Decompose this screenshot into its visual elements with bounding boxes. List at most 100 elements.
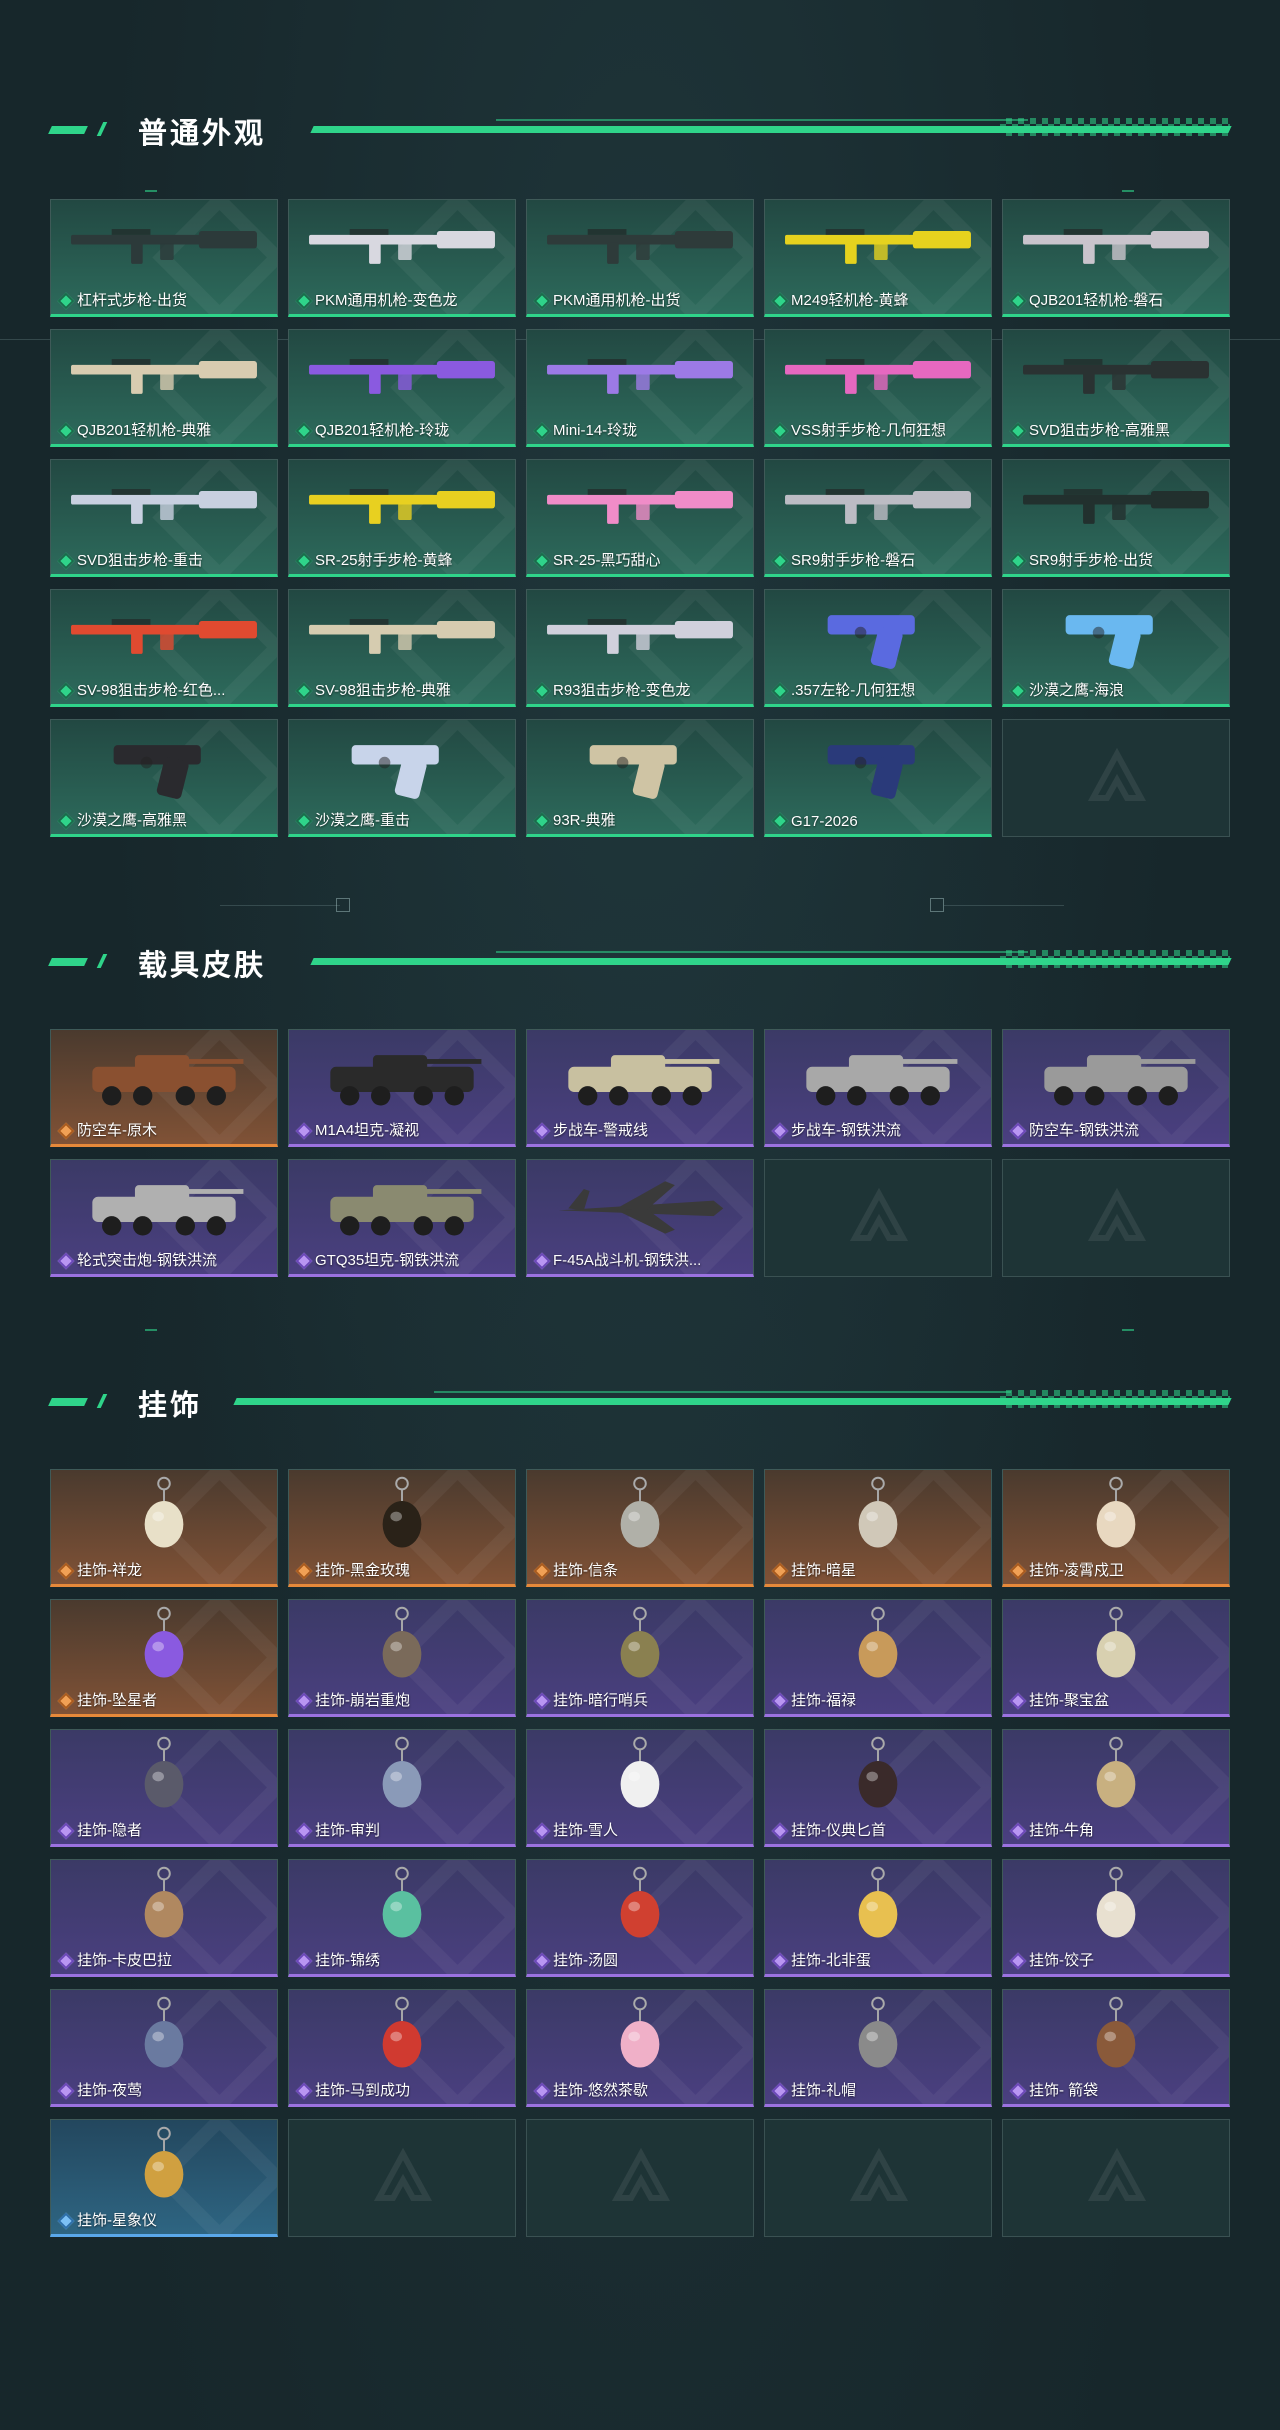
item-card[interactable]: 沙漠之鹰-重击 [288,719,516,837]
item-card[interactable]: 挂饰- 箭袋 [1002,1989,1230,2107]
item-card[interactable]: 93R-典雅 [526,719,754,837]
item-card[interactable]: 沙漠之鹰-高雅黑 [50,719,278,837]
item-card[interactable]: 挂饰-坠星者 [50,1599,278,1717]
rose-charm-icon [289,1470,515,1562]
rifle-icon [51,200,277,292]
item-card[interactable]: 挂饰-饺子 [1002,1859,1230,1977]
rarity-diamond-icon [533,1952,551,1970]
charm-grid: 挂饰-祥龙 挂饰-黑金玫瑰 挂饰-信条 挂饰-暗星 挂饰-凌霄戍卫 挂饰-坠星者… [50,1469,1230,2237]
rarity-diamond-icon [771,682,789,700]
machine-gun-icon [1003,200,1229,292]
revolver-icon [765,590,991,682]
feather-charm-icon [51,1990,277,2082]
header-accent [96,122,108,136]
item-card[interactable]: QJB201轻机枪-典雅 [50,329,278,447]
item-card[interactable]: QJB201轻机枪-磐石 [1002,199,1230,317]
rarity-diamond-icon [295,1952,313,1970]
item-card[interactable]: 挂饰-隐者 [50,1729,278,1847]
rarity-diamond-icon [1009,422,1027,440]
rarity-diamond-icon [57,1122,75,1140]
item-card[interactable]: VSS射手步枪-几何狂想 [764,329,992,447]
sniper-rifle-icon [1003,330,1229,422]
item-card[interactable]: G17-2026 [764,719,992,837]
item-card[interactable]: 步战车-钢铁洪流 [764,1029,992,1147]
item-card[interactable]: 挂饰-暗星 [764,1469,992,1587]
capybara-charm-icon [51,1860,277,1952]
header-accent [96,1394,108,1408]
item-label: SR9射手步枪-磐石 [791,552,916,569]
item-card[interactable]: 挂饰-审判 [288,1729,516,1847]
item-card[interactable]: 挂饰-雪人 [526,1729,754,1847]
item-card[interactable]: 挂饰-悠然茶歇 [526,1989,754,2107]
item-card[interactable]: 挂饰-祥龙 [50,1469,278,1587]
item-card[interactable]: SR-25射手步枪-黄蜂 [288,459,516,577]
item-card[interactable]: 挂饰-马到成功 [288,1989,516,2107]
item-label: PKM通用机枪-出货 [553,292,681,309]
item-label: 挂饰-星象仪 [77,2212,157,2229]
item-card[interactable]: 挂饰-卡皮巴拉 [50,1859,278,1977]
hud-tick [1122,190,1134,192]
item-card[interactable]: 挂饰-北非蛋 [764,1859,992,1977]
machine-gun-icon [51,330,277,422]
item-label: 挂饰-马到成功 [315,2082,410,2099]
gourd-charm-icon [765,1600,991,1692]
item-card[interactable]: 挂饰-暗行哨兵 [526,1599,754,1717]
item-card[interactable]: 沙漠之鹰-海浪 [1002,589,1230,707]
item-card[interactable]: 挂饰-崩岩重炮 [288,1599,516,1717]
item-card[interactable]: SVD狙击步枪-高雅黑 [1002,329,1230,447]
item-card[interactable]: 挂饰-牛角 [1002,1729,1230,1847]
item-card[interactable]: 防空车-钢铁洪流 [1002,1029,1230,1147]
item-card[interactable]: 防空车-原木 [50,1029,278,1147]
item-card[interactable]: SR-25-黑巧甜心 [526,459,754,577]
item-card[interactable]: 挂饰-仪典匕首 [764,1729,992,1847]
crystal-charm-icon [51,1600,277,1692]
item-card[interactable]: QJB201轻机枪-玲珑 [288,329,516,447]
item-card[interactable]: SR9射手步枪-出货 [1002,459,1230,577]
item-card[interactable]: M249轻机枪-黄蜂 [764,199,992,317]
item-card[interactable]: SV-98狙击步枪-典雅 [288,589,516,707]
section-header-weapons: 普通外观 [48,108,1232,150]
rifle-icon [1003,460,1229,552]
item-card[interactable]: GTQ35坦克-钢铁洪流 [288,1159,516,1277]
rarity-diamond-icon [1009,2082,1027,2100]
item-card[interactable]: SV-98狙击步枪-红色... [50,589,278,707]
pistol-icon [51,720,277,812]
item-card[interactable]: R93狙击步枪-变色龙 [526,589,754,707]
item-card[interactable]: 挂饰-聚宝盆 [1002,1599,1230,1717]
item-card[interactable]: PKM通用机枪-出货 [526,199,754,317]
item-card[interactable]: Mini-14-玲珑 [526,329,754,447]
snowman-charm-icon [527,1730,753,1822]
item-card[interactable]: 挂饰-凌霄戍卫 [1002,1469,1230,1587]
item-card[interactable]: .357左轮-几何狂想 [764,589,992,707]
item-card[interactable]: 杠杆式步枪-出货 [50,199,278,317]
item-card[interactable]: SVD狙击步枪-重击 [50,459,278,577]
item-label: 挂饰-仪典匕首 [791,1822,886,1839]
item-card[interactable]: 挂饰-汤圆 [526,1859,754,1977]
item-label: 沙漠之鹰-重击 [315,812,410,829]
item-card[interactable]: 挂饰-福禄 [764,1599,992,1717]
item-label: R93狙击步枪-变色龙 [553,682,691,699]
item-card[interactable]: PKM通用机枪-变色龙 [288,199,516,317]
item-card[interactable]: 挂饰-锦绣 [288,1859,516,1977]
figure-charm-icon [289,1600,515,1692]
item-label: 步战车-钢铁洪流 [791,1122,901,1139]
item-card[interactable]: 步战车-警戒线 [526,1029,754,1147]
rarity-diamond-icon [295,422,313,440]
fighter-jet-icon [527,1160,753,1252]
item-card[interactable]: 挂饰-礼帽 [764,1989,992,2107]
item-card[interactable]: 挂饰-信条 [526,1469,754,1587]
item-card[interactable]: 挂饰-星象仪 [50,2119,278,2237]
item-card[interactable]: 挂饰-黑金玫瑰 [288,1469,516,1587]
item-card[interactable]: F-45A战斗机-钢铁洪... [526,1159,754,1277]
rarity-diamond-icon [57,2082,75,2100]
astrolabe-charm-icon [51,2120,277,2212]
item-card[interactable]: 挂饰-夜莺 [50,1989,278,2107]
item-label: SVD狙击步枪-重击 [77,552,203,569]
item-card[interactable]: 轮式突击炮-钢铁洪流 [50,1159,278,1277]
item-card[interactable]: M1A4坦克-凝视 [288,1029,516,1147]
pistol-icon [289,720,515,812]
item-label: 挂饰-饺子 [1029,1952,1094,1969]
item-card[interactable]: SR9射手步枪-磐石 [764,459,992,577]
hud-tick [145,1329,157,1331]
section-header-charms: 挂饰 [48,1380,1232,1422]
